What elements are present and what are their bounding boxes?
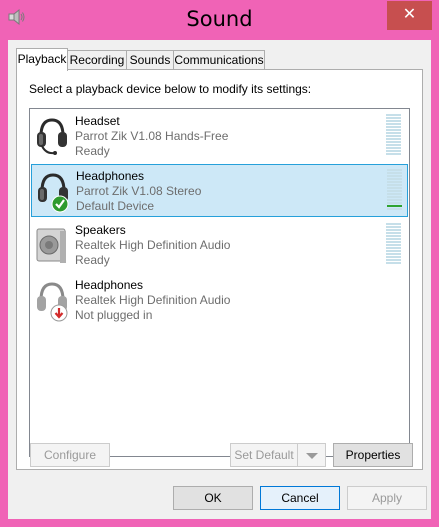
tab-sounds[interactable]: Sounds [126, 50, 174, 69]
device-name: Headphones [75, 278, 144, 292]
tab-recording[interactable]: Recording [67, 50, 127, 69]
device-name: Speakers [75, 223, 126, 237]
dialog-body: Playback Recording Sounds Communications… [8, 40, 431, 519]
ok-button[interactable]: OK [173, 486, 253, 510]
device-item-speakers[interactable]: Speakers Realtek High Definition Audio R… [31, 219, 408, 272]
volume-meter [387, 169, 402, 212]
playback-panel: Select a playback device below to modify… [16, 69, 423, 470]
device-status: Not plugged in [75, 308, 153, 322]
device-item-headphones-realtek[interactable]: Headphones Realtek High Definition Audio… [31, 274, 408, 327]
instruction-text: Select a playback device below to modify… [29, 82, 312, 96]
close-button[interactable]: ✕ [387, 1, 432, 30]
device-status: Ready [75, 253, 110, 267]
device-status: Default Device [76, 199, 155, 213]
volume-meter [386, 223, 401, 266]
sound-window: Sound ✕ Playback Recording Sounds Commun… [0, 0, 439, 527]
device-status: Ready [75, 144, 110, 158]
device-driver: Parrot Zik V1.08 Hands-Free [75, 129, 229, 143]
device-name: Headphones [76, 169, 145, 183]
chevron-down-icon [305, 453, 318, 459]
volume-meter [386, 114, 401, 157]
device-list[interactable]: Headset Parrot Zik V1.08 Hands-Free Read… [29, 108, 410, 457]
device-driver: Realtek High Definition Audio [75, 293, 231, 307]
headphones-unplugged-icon [37, 282, 68, 322]
configure-button[interactable]: Configure [30, 443, 110, 467]
headset-icon [37, 118, 67, 155]
speaker-icon [36, 228, 66, 263]
close-icon: ✕ [402, 6, 417, 23]
cancel-button[interactable]: Cancel [260, 486, 340, 510]
set-default-dropdown-button[interactable] [297, 443, 326, 467]
window-title: Sound [186, 7, 253, 31]
set-default-button[interactable]: Set Default [230, 443, 298, 467]
device-name: Headset [75, 114, 120, 128]
properties-button[interactable]: Properties [333, 443, 413, 467]
device-driver: Realtek High Definition Audio [75, 238, 231, 252]
tab-playback[interactable]: Playback [16, 48, 68, 71]
title-bar[interactable]: Sound ✕ [0, 0, 439, 40]
apply-button[interactable]: Apply [347, 486, 427, 510]
headphones-default-icon [38, 173, 69, 213]
device-driver: Parrot Zik V1.08 Stereo [76, 184, 202, 198]
device-item-headset[interactable]: Headset Parrot Zik V1.08 Hands-Free Read… [31, 110, 408, 163]
tab-communications[interactable]: Communications [173, 50, 265, 69]
device-item-headphones-default[interactable]: Headphones Parrot Zik V1.08 Stereo Defau… [31, 164, 408, 217]
